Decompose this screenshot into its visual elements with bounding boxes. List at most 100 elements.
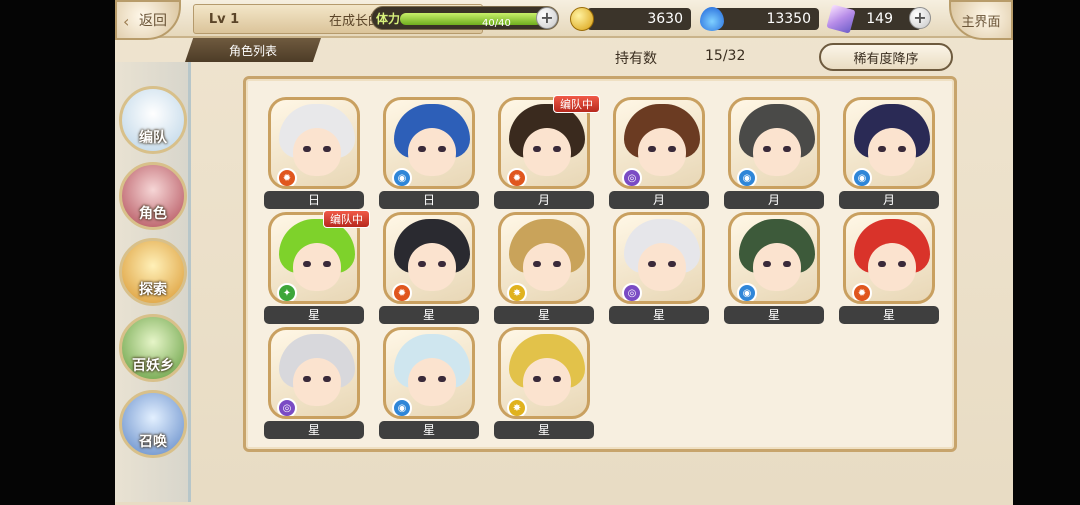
character-eye [553, 146, 561, 152]
character-rank-label: 星 [494, 421, 594, 439]
fire-attribute-icon: ✹ [277, 168, 297, 186]
character-card[interactable]: ✸ 星 [494, 327, 594, 441]
back-button[interactable]: ‹ 返回 [115, 0, 181, 40]
character-eye [878, 146, 886, 152]
dark-attribute-icon: ◎ [622, 168, 642, 186]
character-card[interactable]: ✹ 日 [264, 97, 364, 211]
character-portrait: ◎ [613, 212, 705, 304]
character-eye [438, 261, 446, 267]
character-face [408, 358, 456, 406]
character-card[interactable]: ✹ 星 [379, 212, 479, 326]
dark-attribute-icon: ◎ [277, 398, 297, 416]
character-card[interactable]: ✹ 月 编队中 [494, 95, 600, 211]
sort-button[interactable]: 稀有度降序 [819, 43, 953, 71]
character-card[interactable]: ◉ 月 [724, 97, 824, 211]
character-eye [668, 146, 676, 152]
soul-value: 13350 [766, 11, 811, 27]
gold-counter: 3630 [587, 8, 691, 30]
character-eye [533, 146, 541, 152]
character-face [638, 243, 686, 291]
character-portrait: ◎ [613, 97, 705, 189]
character-card[interactable]: ✸ 星 [494, 212, 594, 326]
water-attribute-icon: ◉ [737, 168, 757, 186]
add-stamina-button[interactable]: + [536, 7, 558, 29]
character-face [868, 128, 916, 176]
sidebar-item-explore[interactable]: 探索 [119, 238, 187, 306]
tab-character-list[interactable]: 角色列表 [185, 38, 321, 62]
character-eye [323, 146, 331, 152]
character-card[interactable]: ◎ 星 [609, 212, 709, 326]
character-eye [418, 146, 426, 152]
character-rank-label: 月 [724, 191, 824, 209]
crystal-value: 149 [866, 11, 893, 27]
sidebar-item-village[interactable]: 百妖乡 [119, 314, 187, 382]
left-bezel [0, 0, 115, 505]
character-eye [418, 376, 426, 382]
owned-label: 持有数 [615, 51, 657, 67]
character-eye [783, 146, 791, 152]
character-face [523, 358, 571, 406]
character-rank-label: 星 [379, 306, 479, 324]
character-card[interactable]: ✹ 星 [839, 212, 939, 326]
character-face [408, 128, 456, 176]
character-eye [898, 146, 906, 152]
character-card[interactable]: ◉ 星 [724, 212, 824, 326]
character-rank-label: 月 [494, 191, 594, 209]
character-face [638, 128, 686, 176]
stamina-label: 体力 [376, 12, 401, 26]
character-rank-label: 日 [379, 191, 479, 209]
character-eye [533, 261, 541, 267]
character-eye [763, 261, 771, 267]
character-portrait: ✹ [843, 212, 935, 304]
character-eye [783, 261, 791, 267]
sidebar-item-label: 角色 [139, 206, 167, 222]
chevron-left-icon: ‹ [123, 12, 130, 31]
soul-counter: 13350 [711, 8, 819, 30]
character-eye [553, 376, 561, 382]
fire-attribute-icon: ✹ [507, 168, 527, 186]
character-card[interactable]: ◉ 日 [379, 97, 479, 211]
water-attribute-icon: ◉ [852, 168, 872, 186]
character-card[interactable]: ✦ 星 编队中 [264, 210, 370, 326]
stamina-value: 40/40 [482, 18, 511, 29]
sidebar-item-label: 探索 [139, 282, 167, 298]
right-bezel [1013, 0, 1080, 505]
character-face [523, 243, 571, 291]
in-team-badge: 编队中 [553, 95, 600, 113]
character-portrait: ✸ [498, 212, 590, 304]
character-eye [898, 261, 906, 267]
light-attribute-icon: ✸ [507, 283, 527, 301]
dark-attribute-icon: ◎ [622, 283, 642, 301]
character-eye [303, 146, 311, 152]
stamina-fill [400, 13, 542, 25]
character-rank-label: 日 [264, 191, 364, 209]
character-card[interactable]: ◎ 星 [264, 327, 364, 441]
character-portrait: ✹ [383, 212, 475, 304]
home-button[interactable]: 主界面 [949, 0, 1013, 40]
character-eye [763, 146, 771, 152]
character-eye [648, 146, 656, 152]
water-attribute-icon: ◉ [737, 283, 757, 301]
sidebar-item-summon[interactable]: 召唤 [119, 390, 187, 458]
character-portrait: ◉ [843, 97, 935, 189]
light-attribute-icon: ✸ [507, 398, 527, 416]
character-eye [303, 376, 311, 382]
character-eye [553, 261, 561, 267]
character-portrait: ✸ [498, 327, 590, 419]
fire-attribute-icon: ✹ [392, 283, 412, 301]
add-crystal-button[interactable]: + [909, 7, 931, 29]
character-card[interactable]: ◎ 月 [609, 97, 709, 211]
sidebar-item-team[interactable]: 编队 [119, 86, 187, 154]
character-card[interactable]: ◉ 月 [839, 97, 939, 211]
character-eye [303, 261, 311, 267]
character-rank-label: 星 [264, 421, 364, 439]
sidebar-item-character[interactable]: 角色 [119, 162, 187, 230]
character-face [523, 128, 571, 176]
water-attribute-icon: ◉ [392, 398, 412, 416]
in-team-badge: 编队中 [323, 210, 370, 228]
character-rank-label: 月 [839, 191, 939, 209]
sort-label: 稀有度降序 [853, 51, 919, 67]
tab-label: 角色列表 [228, 43, 277, 58]
character-card[interactable]: ◉ 星 [379, 327, 479, 441]
character-rank-label: 星 [839, 306, 939, 324]
